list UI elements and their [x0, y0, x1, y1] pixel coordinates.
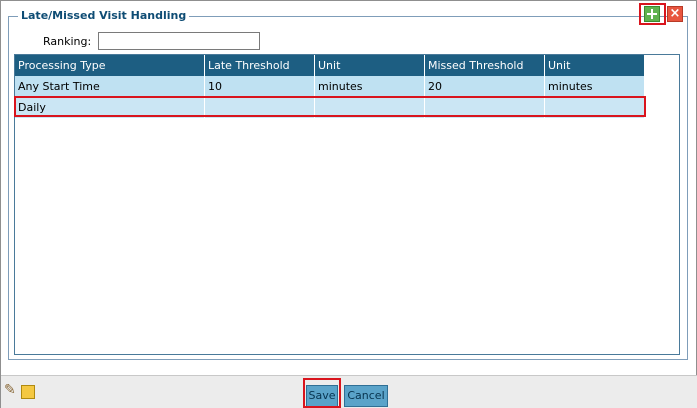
cell-missed-threshold[interactable]: 20: [425, 76, 545, 97]
header-processing-type[interactable]: Processing Type: [15, 55, 205, 76]
note-icon[interactable]: [21, 385, 35, 399]
cell-unit-2[interactable]: minutes: [545, 76, 645, 97]
panel-title: Late/Missed Visit Handling: [18, 9, 190, 23]
cancel-button[interactable]: Cancel: [344, 385, 388, 407]
header-unit[interactable]: Unit: [315, 55, 425, 76]
dialog-window: Late/Missed Visit Handling × Ranking: Pr…: [0, 0, 697, 408]
pencil-icon[interactable]: ✎: [4, 383, 16, 397]
save-button-highlight: [303, 378, 341, 408]
dialog-footer: ✎ Save Cancel: [1, 375, 697, 408]
header-missed-threshold[interactable]: Missed Threshold: [425, 55, 545, 76]
cell-unit[interactable]: minutes: [315, 76, 425, 97]
add-button-highlight: [639, 3, 666, 25]
ranking-label: Ranking:: [43, 35, 92, 48]
close-icon[interactable]: ×: [667, 6, 683, 22]
header-late-threshold[interactable]: Late Threshold: [205, 55, 315, 76]
cell-late-threshold[interactable]: 10: [205, 76, 315, 97]
grid-header-row: Processing Type Late Threshold Unit Miss…: [15, 55, 645, 76]
row-highlight: [14, 96, 646, 117]
table-row[interactable]: Any Start Time 10 minutes 20 minutes: [15, 76, 645, 97]
header-unit-2[interactable]: Unit: [545, 55, 645, 76]
ranking-input[interactable]: [98, 32, 260, 50]
cell-processing-type[interactable]: Any Start Time: [15, 76, 205, 97]
